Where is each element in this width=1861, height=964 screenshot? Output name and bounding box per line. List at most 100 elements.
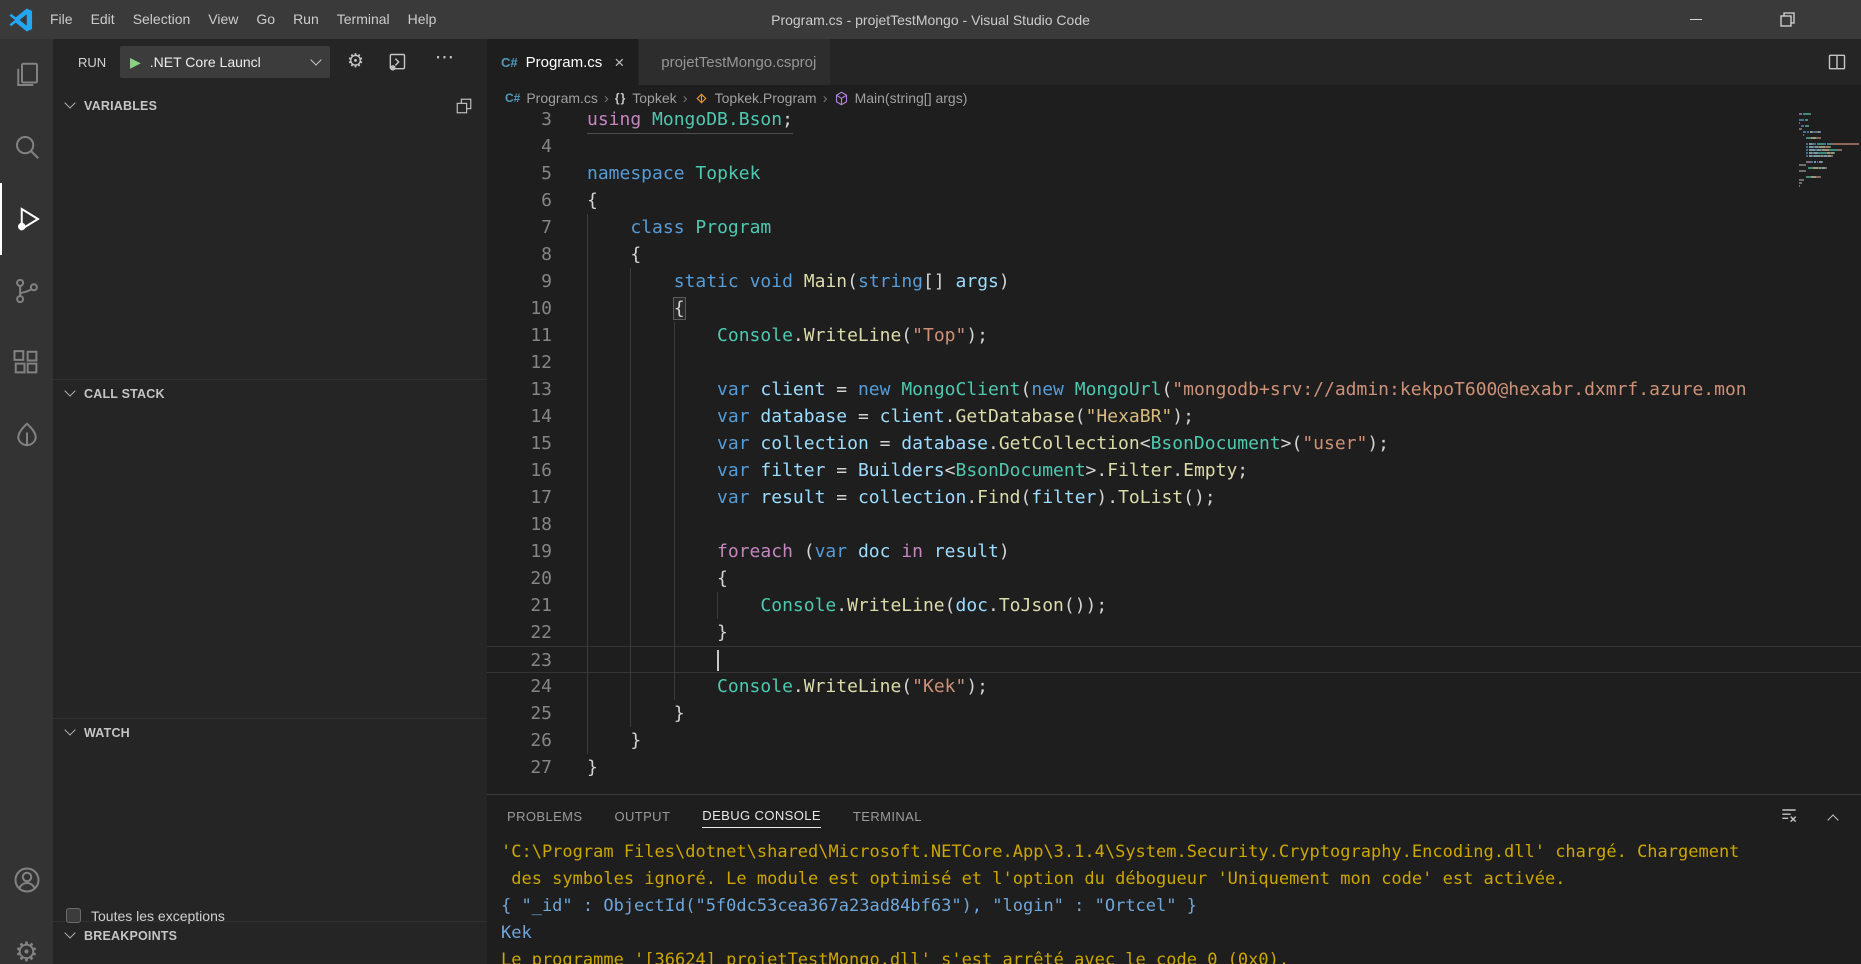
code-text[interactable]: Console.WriteLine(doc.ToJson());	[587, 592, 1107, 619]
section-variables[interactable]: VARIABLES	[53, 92, 487, 122]
code-text[interactable]: {	[587, 187, 598, 214]
panel-tab-terminal[interactable]: TERMINAL	[853, 805, 922, 828]
code-text[interactable]: {	[587, 565, 728, 592]
indent-guide	[630, 268, 631, 727]
code-text[interactable]: Console.WriteLine("Kek");	[587, 673, 988, 700]
clear-console-icon[interactable]	[1779, 805, 1799, 830]
line-number[interactable]: 4	[487, 133, 587, 160]
code-text[interactable]: foreach (var doc in result)	[587, 538, 1010, 565]
activity-run-debug[interactable]	[0, 183, 53, 255]
line-number[interactable]: 22	[487, 619, 587, 646]
breadcrumb-item[interactable]: Main(string[] args)	[834, 90, 968, 106]
line-number[interactable]: 14	[487, 403, 587, 430]
line-number[interactable]: 9	[487, 268, 587, 295]
panel-tab-debug-console[interactable]: DEBUG CONSOLE	[702, 804, 821, 828]
open-debug-console-icon[interactable]	[387, 52, 407, 77]
code-text[interactable]: {	[587, 295, 685, 322]
line-number[interactable]: 19	[487, 538, 587, 565]
code-line-10: 10 {	[487, 295, 1861, 322]
code-token	[890, 541, 901, 562]
breakpoint-checkbox[interactable]	[66, 908, 81, 923]
line-number[interactable]: 7	[487, 214, 587, 241]
line-number[interactable]: 27	[487, 754, 587, 781]
line-number[interactable]: 10	[487, 295, 587, 322]
menu-view[interactable]: View	[199, 0, 247, 39]
line-number[interactable]: 6	[487, 187, 587, 214]
tab-projettestmongo-csproj[interactable]: projetTestMongo.csproj	[638, 39, 830, 85]
activity-explorer[interactable]	[0, 39, 53, 111]
close-icon[interactable]: ×	[614, 54, 624, 71]
panel-tab-output[interactable]: OUTPUT	[614, 805, 670, 828]
editor-layout-icon[interactable]	[455, 97, 473, 120]
activity-accounts[interactable]	[0, 844, 53, 916]
start-debug-icon[interactable]: ▶	[130, 54, 141, 71]
code-text[interactable]: }	[587, 619, 728, 646]
line-number[interactable]: 20	[487, 565, 587, 592]
activity-settings[interactable]: ⚙	[0, 916, 53, 964]
chevron-up-icon[interactable]	[1827, 814, 1838, 825]
line-number[interactable]: 17	[487, 484, 587, 511]
minimap[interactable]	[1799, 113, 1859, 233]
launch-config-label: .NET Core Launcl	[150, 54, 312, 70]
line-number[interactable]: 3	[487, 111, 587, 133]
code-text[interactable]: }	[587, 700, 685, 727]
menu-selection[interactable]: Selection	[124, 0, 200, 39]
code-token: Console	[760, 595, 836, 616]
menu-edit[interactable]: Edit	[82, 0, 124, 39]
menu-terminal[interactable]: Terminal	[328, 0, 399, 39]
code-text[interactable]: static void Main(string[] args)	[587, 268, 1010, 295]
activity-source-control[interactable]	[0, 255, 53, 327]
breadcrumb-item[interactable]: Topkek.Program	[694, 90, 817, 106]
code-text[interactable]: }	[587, 727, 641, 754]
code-text[interactable]: using MongoDB.Bson;	[587, 111, 793, 134]
code-text[interactable]: Console.WriteLine("Top");	[587, 322, 988, 349]
gear-icon[interactable]: ⚙	[347, 50, 364, 72]
code-token: Filter	[1107, 460, 1172, 481]
line-number[interactable]: 18	[487, 511, 587, 538]
code-text[interactable]: }	[587, 754, 598, 781]
line-number[interactable]: 16	[487, 457, 587, 484]
code-text[interactable]: namespace Topkek	[587, 160, 760, 187]
code-editor[interactable]: 3using MongoDB.Bson;45namespace Topkek6{…	[487, 111, 1861, 794]
line-number[interactable]: 24	[487, 673, 587, 700]
activity-extensions[interactable]	[0, 327, 53, 399]
activity-search[interactable]	[0, 111, 53, 183]
line-number[interactable]: 13	[487, 376, 587, 403]
line-number[interactable]: 12	[487, 349, 587, 376]
code-text[interactable]: var result = collection.Find(filter).ToL…	[587, 484, 1216, 511]
menu-go[interactable]: Go	[247, 0, 284, 39]
code-text[interactable]: var database = client.GetDatabase("HexaB…	[587, 403, 1194, 430]
debug-console-output[interactable]: 'C:\Program Files\dotnet\shared\Microsof…	[487, 839, 1861, 964]
restore-button[interactable]	[1764, 0, 1810, 39]
code-text[interactable]: class Program	[587, 214, 771, 241]
minimize-button[interactable]	[1673, 0, 1719, 39]
tab-program-cs[interactable]: C#Program.cs×	[487, 39, 638, 85]
menu-help[interactable]: Help	[399, 0, 446, 39]
line-number[interactable]: 8	[487, 241, 587, 268]
menu-run[interactable]: Run	[284, 0, 328, 39]
line-number[interactable]: 15	[487, 430, 587, 457]
launch-config-dropdown[interactable]: ▶ .NET Core Launcl	[120, 46, 330, 78]
line-number[interactable]: 23	[487, 647, 587, 674]
line-number[interactable]: 26	[487, 727, 587, 754]
line-number[interactable]: 25	[487, 700, 587, 727]
code-text[interactable]: {	[587, 241, 641, 268]
code-token: .	[793, 325, 804, 346]
line-number[interactable]: 11	[487, 322, 587, 349]
code-text[interactable]: var client = new MongoClient(new MongoUr…	[587, 376, 1747, 403]
breadcrumb-item[interactable]: C#Program.cs	[505, 90, 598, 106]
breakpoint-row[interactable]: Toutes les exceptions	[53, 905, 487, 933]
more-actions-icon[interactable]: ⋯	[435, 46, 454, 68]
section-watch[interactable]: WATCH	[53, 718, 487, 749]
code-token	[847, 541, 858, 562]
code-text[interactable]: var collection = database.GetCollection<…	[587, 430, 1389, 457]
panel-tab-problems[interactable]: PROBLEMS	[507, 805, 582, 828]
activity-mongodb[interactable]	[0, 399, 53, 471]
line-number[interactable]: 21	[487, 592, 587, 619]
code-text[interactable]: var filter = Builders<BsonDocument>.Filt…	[587, 457, 1248, 484]
breadcrumb-item[interactable]: {}Topkek	[615, 90, 677, 106]
split-editor-icon[interactable]	[1827, 52, 1847, 77]
menu-file[interactable]: File	[41, 0, 82, 39]
line-number[interactable]: 5	[487, 160, 587, 187]
section-call-stack[interactable]: CALL STACK	[53, 379, 487, 410]
